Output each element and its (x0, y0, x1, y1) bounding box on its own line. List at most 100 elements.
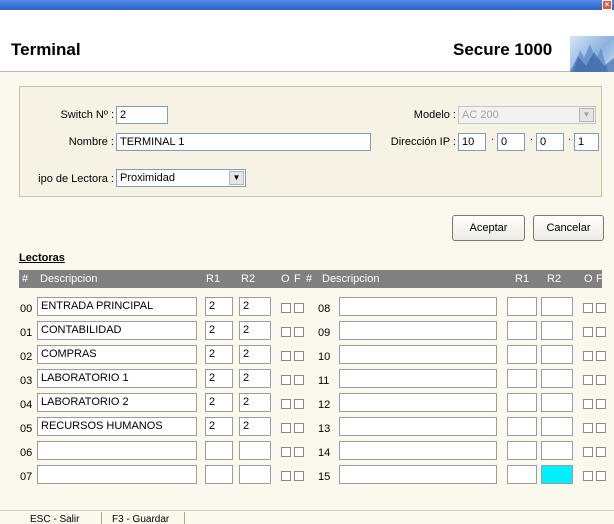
reader-o-checkbox[interactable] (281, 423, 291, 433)
ip-octet-2[interactable]: 0 (497, 133, 525, 151)
reader-description-field[interactable] (37, 465, 197, 484)
chevron-down-icon[interactable]: ▼ (229, 171, 244, 185)
reader-r2-field[interactable] (541, 345, 573, 364)
esc-shortcut[interactable]: ESC - Salir (30, 514, 79, 524)
reader-o-checkbox[interactable] (583, 399, 593, 409)
reader-o-checkbox[interactable] (583, 423, 593, 433)
reader-f-checkbox[interactable] (596, 327, 606, 337)
reader-number: 02 (20, 351, 33, 363)
reader-o-checkbox[interactable] (583, 375, 593, 385)
reader-f-checkbox[interactable] (596, 303, 606, 313)
reader-r1-field[interactable]: 2 (205, 369, 233, 388)
reader-f-checkbox[interactable] (294, 399, 304, 409)
reader-description-field[interactable]: COMPRAS (37, 345, 197, 364)
reader-f-checkbox[interactable] (294, 471, 304, 481)
cancelar-button[interactable]: Cancelar (533, 215, 604, 241)
reader-r1-field[interactable] (205, 465, 233, 484)
reader-description-field[interactable] (339, 441, 497, 460)
reader-r1-field[interactable] (507, 393, 537, 412)
reader-f-checkbox[interactable] (596, 447, 606, 457)
reader-number: 05 (20, 423, 33, 435)
reader-description-field[interactable]: RECURSOS HUMANOS (37, 417, 197, 436)
reader-o-checkbox[interactable] (281, 447, 291, 457)
reader-r1-field[interactable]: 2 (205, 321, 233, 340)
reader-r2-field[interactable]: 2 (239, 297, 271, 316)
reader-o-checkbox[interactable] (281, 303, 291, 313)
reader-f-checkbox[interactable] (294, 375, 304, 385)
reader-f-checkbox[interactable] (294, 351, 304, 361)
reader-f-checkbox[interactable] (294, 423, 304, 433)
reader-r1-field[interactable] (507, 465, 537, 484)
reader-r1-field[interactable]: 2 (205, 393, 233, 412)
reader-r2-field[interactable]: 2 (239, 369, 271, 388)
reader-f-checkbox[interactable] (596, 423, 606, 433)
reader-description-field[interactable] (339, 417, 497, 436)
reader-r2-field-focused[interactable] (541, 465, 573, 484)
reader-description-field[interactable]: CONTABILIDAD (37, 321, 197, 340)
reader-r1-field[interactable]: 2 (205, 297, 233, 316)
reader-o-checkbox[interactable] (583, 471, 593, 481)
switch-number-field[interactable]: 2 (116, 106, 168, 124)
reader-r2-field[interactable] (239, 441, 271, 460)
reader-description-field[interactable]: LABORATORIO 1 (37, 369, 197, 388)
reader-o-checkbox[interactable] (281, 471, 291, 481)
reader-description-field[interactable] (339, 345, 497, 364)
reader-r1-field[interactable] (507, 417, 537, 436)
reader-r2-field[interactable]: 2 (239, 393, 271, 412)
reader-r2-field[interactable]: 2 (239, 321, 271, 340)
window-titlebar: × (0, 0, 614, 10)
reader-o-checkbox[interactable] (583, 327, 593, 337)
reader-r1-field[interactable]: 2 (205, 417, 233, 436)
reader-f-checkbox[interactable] (596, 351, 606, 361)
switch-label: Switch Nº : (60, 109, 114, 121)
reader-description-field[interactable] (339, 321, 497, 340)
reader-r1-field[interactable] (507, 297, 537, 316)
reader-r2-field[interactable] (239, 465, 271, 484)
reader-o-checkbox[interactable] (583, 303, 593, 313)
reader-r1-field[interactable] (507, 345, 537, 364)
ip-separator: . (530, 131, 534, 143)
reader-o-checkbox[interactable] (583, 351, 593, 361)
tipo-lectora-label: ipo de Lectora : (38, 173, 114, 185)
f3-shortcut[interactable]: F3 - Guardar (112, 514, 169, 524)
reader-o-checkbox[interactable] (583, 447, 593, 457)
reader-r2-field[interactable] (541, 369, 573, 388)
reader-r1-field[interactable]: 2 (205, 345, 233, 364)
reader-description-field[interactable]: ENTRADA PRINCIPAL (37, 297, 197, 316)
aceptar-button[interactable]: Aceptar (452, 215, 525, 241)
reader-o-checkbox[interactable] (281, 375, 291, 385)
reader-r2-field[interactable] (541, 393, 573, 412)
nombre-field[interactable]: TERMINAL 1 (116, 133, 371, 151)
reader-f-checkbox[interactable] (294, 447, 304, 457)
reader-o-checkbox[interactable] (281, 351, 291, 361)
reader-r1-field[interactable] (507, 321, 537, 340)
close-icon[interactable]: × (602, 0, 612, 10)
reader-f-checkbox[interactable] (596, 375, 606, 385)
reader-r1-field[interactable] (507, 369, 537, 388)
reader-r1-field[interactable] (205, 441, 233, 460)
col-desc-header: Descripcion (322, 273, 380, 285)
reader-f-checkbox[interactable] (596, 399, 606, 409)
reader-o-checkbox[interactable] (281, 399, 291, 409)
reader-f-checkbox[interactable] (294, 303, 304, 313)
reader-r2-field[interactable]: 2 (239, 345, 271, 364)
reader-description-field[interactable] (339, 297, 497, 316)
reader-r1-field[interactable] (507, 441, 537, 460)
reader-description-field[interactable]: LABORATORIO 2 (37, 393, 197, 412)
reader-description-field[interactable] (339, 369, 497, 388)
reader-f-checkbox[interactable] (596, 471, 606, 481)
tipo-lectora-select[interactable]: Proximidad ▼ (116, 169, 246, 187)
reader-r2-field[interactable] (541, 417, 573, 436)
reader-r2-field[interactable] (541, 321, 573, 340)
ip-octet-3[interactable]: 0 (536, 133, 564, 151)
reader-r2-field[interactable] (541, 297, 573, 316)
reader-r2-field[interactable]: 2 (239, 417, 271, 436)
ip-octet-1[interactable]: 10 (458, 133, 486, 151)
reader-description-field[interactable] (37, 441, 197, 460)
reader-description-field[interactable] (339, 393, 497, 412)
reader-o-checkbox[interactable] (281, 327, 291, 337)
reader-f-checkbox[interactable] (294, 327, 304, 337)
ip-octet-4[interactable]: 1 (574, 133, 599, 151)
reader-description-field[interactable] (339, 465, 497, 484)
reader-r2-field[interactable] (541, 441, 573, 460)
